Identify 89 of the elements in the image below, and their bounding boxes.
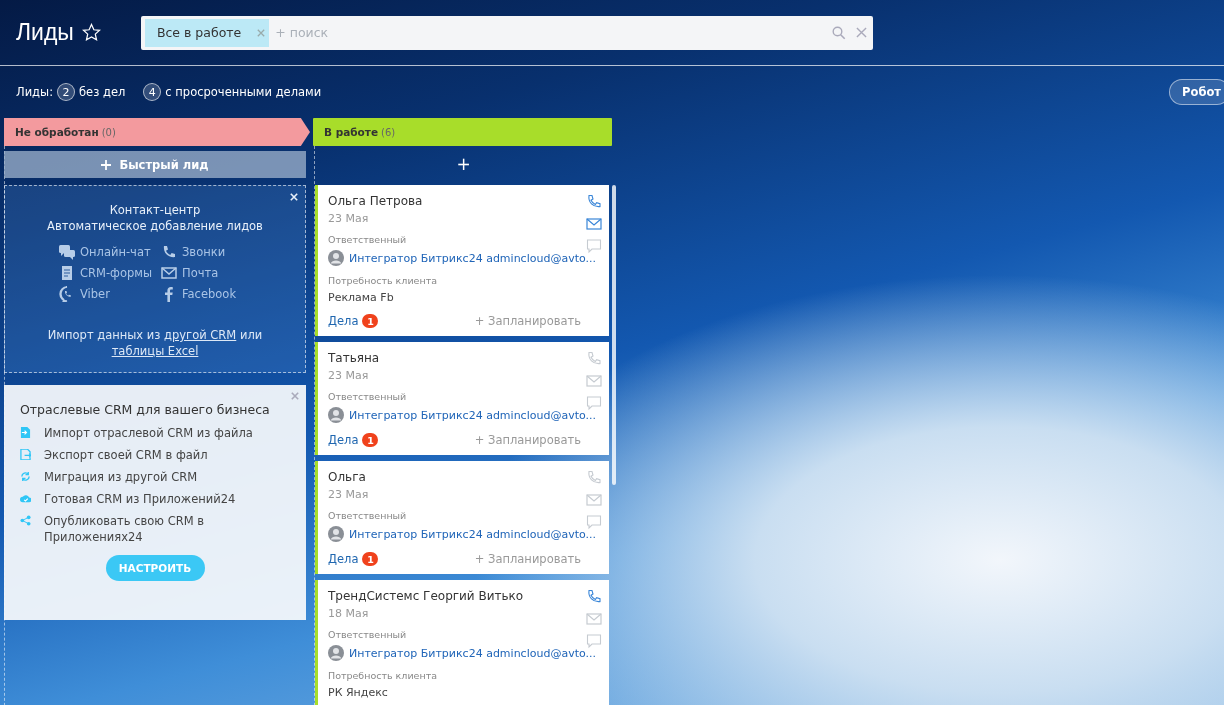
- responsible-link[interactable]: Интегратор Битрикс24 admincloud@avto...: [349, 251, 596, 265]
- excel-link[interactable]: таблицы Excel: [111, 344, 199, 358]
- avatar-icon: [328, 526, 344, 542]
- quick-lead-button[interactable]: Быстрый лид: [4, 151, 306, 178]
- channel-link[interactable]: Viber: [59, 286, 161, 302]
- mail-icon[interactable]: [586, 611, 602, 627]
- page-title: Лиды: [16, 19, 74, 46]
- search-field[interactable]: Все в работе + поиск: [140, 15, 873, 50]
- lead-card[interactable]: Ольга 23 Мая Ответственный Интегратор Битрикс24 admincloud@avto... Дела 1 + Запланировать: [315, 461, 609, 574]
- channel-link[interactable]: CRM-формы: [59, 265, 161, 281]
- comment-icon[interactable]: [586, 238, 602, 254]
- share-icon: [20, 515, 31, 526]
- field-label: Потребность клиента: [328, 670, 439, 681]
- lead-card[interactable]: Татьяна 23 Мая Ответственный Интегратор Битрикс24 admincloud@avto... Дела 1 + Запланировать: [315, 342, 609, 455]
- avatar-icon: [328, 645, 344, 661]
- sync-icon: [20, 471, 31, 482]
- mail-icon: [161, 265, 177, 281]
- phone-icon[interactable]: [586, 589, 602, 605]
- activities-link[interactable]: Дела: [328, 433, 359, 447]
- menu-item[interactable]: Миграция из другой CRM: [44, 469, 198, 485]
- activities-count-badge: 1: [362, 433, 379, 447]
- lead-name[interactable]: Ольга Петрова: [328, 194, 585, 208]
- field-value: РК Яндекс: [328, 686, 389, 699]
- counter-text[interactable]: с просроченными делами: [165, 85, 322, 99]
- avatar-icon: [328, 250, 344, 266]
- field-label: Ответственный: [328, 510, 408, 521]
- panel-subtitle: Автоматическое добавление лидов: [46, 218, 264, 234]
- avatar-icon: [328, 407, 344, 423]
- channel-link[interactable]: Звонки: [161, 244, 251, 260]
- field-label: Ответственный: [328, 234, 408, 245]
- activities-link[interactable]: Дела: [328, 552, 359, 566]
- star-icon[interactable]: [81, 23, 101, 42]
- mail-icon[interactable]: [586, 216, 602, 232]
- phone-icon[interactable]: [586, 470, 602, 486]
- lead-card[interactable]: Ольга Петрова 23 Мая Ответственный Интегратор Битрикс24 admincloud@avto... Потребность клиента Реклама Fb Дела 1 + Запланировать: [315, 185, 609, 336]
- field-label: Потребность клиента: [328, 275, 439, 286]
- counter-text[interactable]: без дел: [79, 85, 126, 99]
- counter-badge[interactable]: 4: [143, 83, 162, 101]
- comment-icon[interactable]: [586, 514, 602, 530]
- field-value: Реклама Fb: [328, 291, 395, 304]
- responsible-link[interactable]: Интегратор Битрикс24 admincloud@avto...: [349, 527, 596, 541]
- card-title: Отраслевые CRM для вашего бизнеса: [20, 402, 271, 417]
- counters-label: Лиды:: [16, 85, 54, 99]
- comment-icon[interactable]: [586, 633, 602, 649]
- counter-badge[interactable]: 2: [57, 83, 76, 101]
- import-icon: [20, 427, 31, 438]
- cloud-icon: [20, 493, 31, 504]
- add-button[interactable]: +: [315, 151, 612, 179]
- lead-date: 23 Мая: [328, 212, 370, 225]
- stage-header[interactable]: Не обработан (0): [4, 118, 310, 146]
- form-icon: [59, 265, 75, 281]
- lead-date: 18 Мая: [328, 607, 370, 620]
- lead-date: 23 Мая: [328, 488, 370, 501]
- crm-link[interactable]: другой CRM: [164, 328, 237, 342]
- channel-link[interactable]: Facebook: [161, 286, 251, 302]
- lead-name[interactable]: Татьяна: [328, 351, 585, 365]
- lead-name[interactable]: Ольга: [328, 470, 585, 484]
- comment-icon[interactable]: [586, 395, 602, 411]
- lead-card[interactable]: ТрендСистемс Георгий Витько 18 Мая Ответственный Интегратор Битрикс24 admincloud@avto... Потребность клиента РК Яндекс: [315, 580, 609, 705]
- field-label: Ответственный: [328, 391, 408, 402]
- filter-tag[interactable]: Все в работе: [144, 18, 270, 47]
- mail-icon[interactable]: [586, 492, 602, 508]
- menu-item[interactable]: Опубликовать свою CRM в Приложениях24: [44, 513, 290, 545]
- scrollbar[interactable]: [612, 185, 616, 485]
- phone-icon[interactable]: [586, 351, 602, 367]
- activities-link[interactable]: Дела: [328, 314, 359, 328]
- export-icon: [20, 449, 31, 460]
- plus-icon: [101, 159, 112, 170]
- activities-count-badge: 1: [362, 314, 379, 328]
- field-label: Ответственный: [328, 629, 408, 640]
- import-text: Импорт данных из другой CRM или таблицы Excel: [46, 327, 264, 359]
- activities-count-badge: 1: [362, 552, 379, 566]
- chat-icon: [59, 244, 75, 260]
- phone-icon[interactable]: [586, 194, 602, 210]
- search-icon[interactable]: [831, 25, 846, 40]
- mail-icon[interactable]: [586, 373, 602, 389]
- phone-icon: [161, 244, 177, 260]
- lead-name[interactable]: ТрендСистемс Георгий Витько: [328, 589, 585, 603]
- channel-link[interactable]: Онлайн-чат: [59, 244, 161, 260]
- lead-date: 23 Мая: [328, 369, 370, 382]
- stage-header[interactable]: В работе (6): [313, 118, 612, 146]
- channel-link[interactable]: Почта: [161, 265, 251, 281]
- responsible-link[interactable]: Интегратор Битрикс24 admincloud@avto...: [349, 646, 596, 660]
- responsible-link[interactable]: Интегратор Битрикс24 admincloud@avto...: [349, 408, 596, 422]
- menu-item[interactable]: Готовая CRM из Приложений24: [44, 491, 236, 507]
- menu-item[interactable]: Импорт отраслевой CRM из файла: [44, 425, 253, 441]
- robots-button[interactable]: Робот: [1169, 79, 1224, 105]
- menu-item[interactable]: Экспорт своей CRM в файл: [44, 447, 208, 463]
- panel-title: Контакт-центр: [108, 202, 202, 218]
